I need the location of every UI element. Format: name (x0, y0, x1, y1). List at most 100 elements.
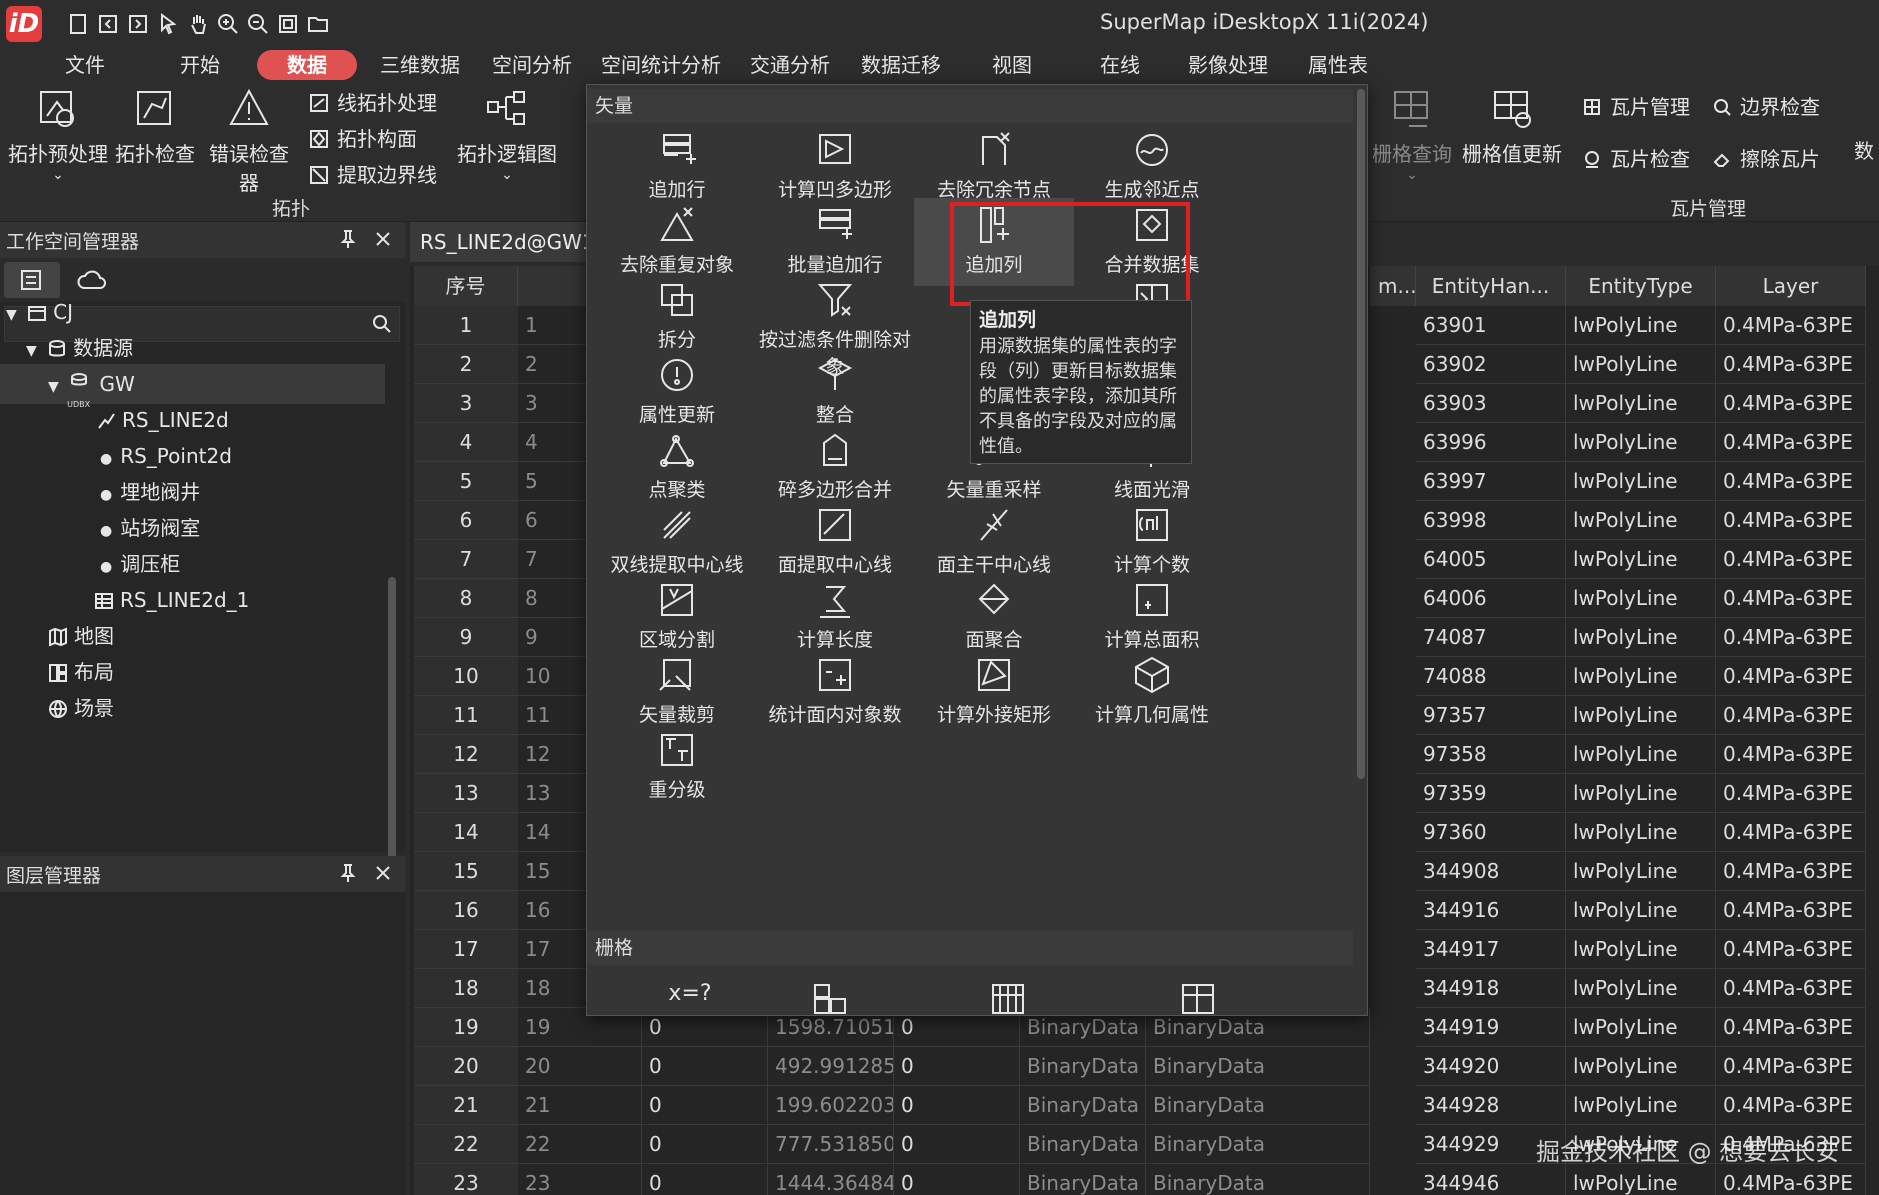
row-number[interactable]: 1 (414, 306, 518, 345)
cell-entity-handle[interactable]: 344916 (1416, 891, 1566, 930)
menu-traffic-analysis[interactable]: 交通分析 (742, 50, 838, 80)
cell-entity-handle[interactable]: 97360 (1416, 813, 1566, 852)
cell-entity-handle[interactable]: 344918 (1416, 969, 1566, 1008)
gallery-scrollbar[interactable] (1357, 89, 1365, 779)
raster-item[interactable]: x=? (597, 971, 783, 1015)
cell-entity-handle[interactable]: 344917 (1416, 930, 1566, 969)
row-number[interactable]: 11 (414, 696, 518, 735)
column-header-m[interactable]: m... (1370, 266, 1417, 306)
cell-layer[interactable]: 0.4MPa-63PE (1716, 657, 1866, 696)
row-number[interactable]: 5 (414, 462, 518, 501)
error-checker-button[interactable]: 错误检查器 (200, 86, 298, 196)
cell-entity-type[interactable]: lwPolyLine (1566, 657, 1716, 696)
cell-entity-type[interactable]: lwPolyLine (1566, 540, 1716, 579)
tile-check-button[interactable]: 瓦片检查 (1582, 144, 1690, 174)
cell-entity-handle[interactable]: 63903 (1416, 384, 1566, 423)
pin-icon[interactable] (337, 228, 359, 250)
close-icon[interactable] (372, 862, 394, 884)
tree-item-workspace[interactable]: ▼ CJ (6, 292, 73, 332)
ribbon-more-label[interactable]: 数 (1854, 136, 1874, 166)
raster-table-icon[interactable] (1179, 981, 1217, 1016)
cell-entity-type[interactable]: lwPolyLine (1566, 462, 1716, 501)
cell-smid[interactable]: 22 (518, 1125, 642, 1164)
save-icon[interactable] (126, 12, 150, 36)
cell-value[interactable]: 0 (642, 1086, 768, 1125)
row-number[interactable]: 17 (414, 930, 518, 969)
row-number[interactable]: 7 (414, 540, 518, 579)
row-number[interactable]: 16 (414, 891, 518, 930)
cell-value[interactable]: 0 (894, 1164, 1020, 1195)
folder-icon[interactable] (306, 12, 330, 36)
row-number[interactable]: 19 (414, 1008, 518, 1047)
cell-entity-handle[interactable]: 74087 (1416, 618, 1566, 657)
cell-entity-handle[interactable]: 64006 (1416, 579, 1566, 618)
cell-entity-type[interactable]: lwPolyLine (1566, 774, 1716, 813)
row-number[interactable]: 10 (414, 657, 518, 696)
cell-entity-handle[interactable]: 63998 (1416, 501, 1566, 540)
cell-entity-type[interactable]: lwPolyLine (1566, 930, 1716, 969)
cell-entity-type[interactable]: lwPolyLine (1566, 969, 1716, 1008)
column-header-index[interactable]: 序号 (414, 266, 518, 306)
cell-entity-type[interactable]: lwPolyLine (1566, 813, 1716, 852)
full-extent-icon[interactable] (276, 12, 300, 36)
cell-smid[interactable]: 23 (518, 1164, 642, 1195)
pin-icon[interactable] (337, 862, 359, 884)
cell-length[interactable]: 199.6022036... (768, 1086, 894, 1125)
cell-binary[interactable]: BinaryData (1146, 1125, 1370, 1164)
row-number[interactable]: 15 (414, 852, 518, 891)
menu-data[interactable]: 数据 (257, 50, 357, 80)
tree-item-scenes[interactable]: 场景 (48, 688, 114, 728)
topology-check-button[interactable]: 拓扑检查 (113, 86, 197, 167)
tile-manage-button[interactable]: 瓦片管理 (1582, 92, 1690, 122)
cell-layer[interactable]: 0.4MPa-63PE (1716, 813, 1866, 852)
cell-value[interactable]: 0 (642, 1164, 768, 1195)
cell-layer[interactable]: 0.4MPa-63PE (1716, 852, 1866, 891)
topology-logic-map-button[interactable]: 拓扑逻辑图 ⌄ (456, 86, 558, 183)
new-icon[interactable] (66, 12, 90, 36)
cell-layer[interactable]: 0.4MPa-63PE (1716, 306, 1866, 345)
tree-item-layouts[interactable]: 布局 (48, 652, 114, 692)
menu-start[interactable]: 开始 (160, 50, 240, 80)
close-icon[interactable] (372, 228, 394, 250)
row-number[interactable]: 23 (414, 1164, 518, 1195)
menu-3d-data[interactable]: 三维数据 (372, 50, 468, 80)
cell-value[interactable]: 0 (894, 1086, 1020, 1125)
tree-item-dataset-table[interactable]: RS_LINE2d_1 (94, 580, 249, 620)
extract-boundary-button[interactable]: 提取边界线 (309, 160, 437, 190)
cell-layer[interactable]: 0.4MPa-63PE (1716, 735, 1866, 774)
menu-data-migration[interactable]: 数据迁移 (853, 50, 949, 80)
cell-entity-type[interactable]: lwPolyLine (1566, 501, 1716, 540)
cell-binary[interactable]: BinaryData (1020, 1125, 1146, 1164)
cell-layer[interactable]: 0.4MPa-63PE (1716, 501, 1866, 540)
cell-smid[interactable]: 21 (518, 1086, 642, 1125)
menu-online[interactable]: 在线 (1080, 50, 1160, 80)
cell-layer[interactable]: 0.4MPa-63PE (1716, 774, 1866, 813)
select-arrow-icon[interactable] (156, 12, 180, 36)
raster-update-button[interactable]: 栅格值更新 (1460, 86, 1564, 167)
cell-entity-handle[interactable]: 63997 (1416, 462, 1566, 501)
cell-layer[interactable]: 0.4MPa-63PE (1716, 618, 1866, 657)
menu-attribute-table[interactable]: 属性表 (1290, 50, 1386, 80)
tree-item-dataset-point[interactable]: ● 站场阀室 (100, 508, 200, 548)
cell-binary[interactable]: BinaryData (1020, 1164, 1146, 1195)
cell-entity-handle[interactable]: 74088 (1416, 657, 1566, 696)
cell-entity-handle[interactable]: 64005 (1416, 540, 1566, 579)
cell-layer[interactable]: 0.4MPa-63PE (1716, 969, 1866, 1008)
cell-entity-handle[interactable]: 97359 (1416, 774, 1566, 813)
row-number[interactable]: 21 (414, 1086, 518, 1125)
raster-grid-icon[interactable] (989, 981, 1027, 1016)
zoom-out-icon[interactable] (246, 12, 270, 36)
menu-spatial-analysis[interactable]: 空间分析 (484, 50, 580, 80)
cell-value[interactable]: 0 (894, 1047, 1020, 1086)
row-number[interactable]: 22 (414, 1125, 518, 1164)
build-polygon-button[interactable]: 拓扑构面 (309, 124, 417, 154)
row-number[interactable]: 14 (414, 813, 518, 852)
cell-entity-type[interactable]: lwPolyLine (1566, 696, 1716, 735)
tree-item-datasource-gw[interactable]: ▼ UDBX GW (48, 364, 135, 409)
cell-entity-type[interactable]: lwPolyLine (1566, 1008, 1716, 1047)
cell-entity-type[interactable]: lwPolyLine (1566, 852, 1716, 891)
row-number[interactable]: 13 (414, 774, 518, 813)
cell-entity-type[interactable]: lwPolyLine (1566, 579, 1716, 618)
tree-item-dataset-point[interactable]: ● 调压柜 (100, 544, 180, 584)
cell-smid[interactable]: 20 (518, 1047, 642, 1086)
